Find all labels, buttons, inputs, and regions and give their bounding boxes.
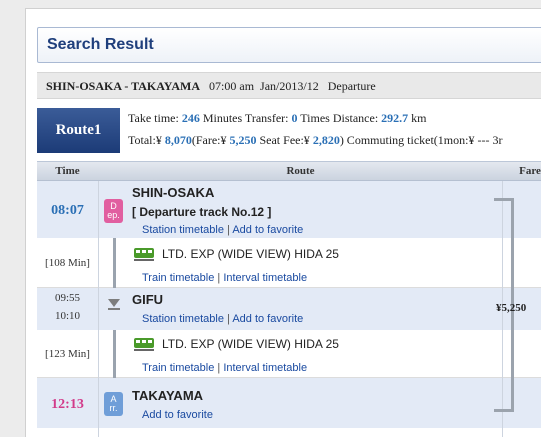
table-row: 08:07 D ep. SHIN-OSAKA [ Departure track… [37, 181, 541, 238]
total-value: 8,070 [164, 133, 192, 147]
train-links: Train timetable | Interval timetable [142, 272, 308, 284]
header-time: Time [55, 165, 80, 177]
departure-icon: D ep. [104, 199, 123, 223]
seat-fee-value: 2,820 [312, 133, 340, 147]
departure-track: [ Departure track No.12 ] [132, 205, 272, 219]
interval-timetable-link[interactable]: Interval timetable [223, 362, 307, 374]
search-result-header: Search Result [37, 27, 541, 63]
interval-timetable-link[interactable]: Interval timetable [223, 272, 307, 284]
take-time-value: 246 [181, 111, 200, 125]
station-links: Station timetable | Add to favorite [142, 313, 304, 325]
route-table: Time Route Fare 08:07 D ep. SHIN-OSAKA [… [37, 161, 541, 437]
table-row: 09:55 10:10 GIFU Station timetable | Add… [37, 288, 541, 330]
train-name: LTD. EXP (WIDE VIEW) HIDA 25 [162, 247, 339, 261]
route-summary-line2: Total:¥ 8,070(Fare:¥ 5,250 Seat Fee:¥ 2,… [128, 133, 503, 147]
route-line [113, 238, 116, 288]
route-badge[interactable]: Route1 [37, 108, 120, 153]
fare-value: 5,250 [229, 133, 257, 147]
train-name: LTD. EXP (WIDE VIEW) HIDA 25 [162, 337, 339, 351]
train-icon [134, 338, 154, 351]
station-timetable-link[interactable]: Station timetable [142, 224, 224, 236]
route-info-bar: SHIN-OSAKA - TAKAYAMA 07:00 am Jan/2013/… [37, 72, 541, 99]
departure-time: 08:07 [51, 203, 84, 218]
station-links: Station timetable | Add to favorite [142, 224, 304, 236]
station-timetable-link[interactable]: Station timetable [142, 313, 224, 325]
column-divider [98, 181, 99, 437]
ride-duration: [123 Min] [45, 348, 90, 360]
table-row: [108 Min] LTD. EXP (WIDE VIEW) HIDA 25 T… [37, 238, 541, 288]
arrival-icon: A rr. [104, 392, 123, 416]
add-favorite-link[interactable]: Add to favorite [232, 224, 303, 236]
station-name[interactable]: TAKAYAMA [132, 388, 203, 403]
header-fare: Fare [519, 165, 541, 177]
from-to: SHIN-OSAKA - TAKAYAMA [46, 79, 201, 93]
distance-value: 292.7 [381, 111, 409, 125]
transfer-bar [108, 308, 120, 310]
arrival-time: 12:13 [51, 397, 84, 412]
departure-time: 10:10 [54, 310, 81, 322]
arrival-time: 09:55 [54, 292, 81, 304]
station-name[interactable]: SHIN-OSAKA [132, 185, 214, 200]
search-date: Jan/2013/12 [260, 79, 319, 93]
route-summary-line1: Take time: 246 Minutes Transfer: 0 Times… [128, 111, 427, 125]
fare-amount: ¥5,250 [496, 302, 527, 314]
train-icon [134, 248, 154, 261]
add-favorite-link[interactable]: Add to favorite [142, 409, 213, 421]
add-favorite-link[interactable]: Add to favorite [232, 313, 303, 325]
page-title: Search Result [47, 36, 154, 53]
ride-duration: [108 Min] [45, 257, 90, 269]
table-header: Time Route Fare [37, 162, 541, 181]
table-row: [123 Min] LTD. EXP (WIDE VIEW) HIDA 25 T… [37, 330, 541, 378]
train-links: Train timetable | Interval timetable [142, 362, 308, 374]
table-row: 12:13 A rr. TAKAYAMA Add to favorite [37, 378, 541, 428]
train-timetable-link[interactable]: Train timetable [142, 362, 214, 374]
header-route: Route [286, 165, 315, 177]
search-time: 07:00 am [209, 79, 255, 93]
route-line [113, 330, 116, 378]
search-mode: Departure [327, 79, 376, 93]
train-timetable-link[interactable]: Train timetable [142, 272, 214, 284]
transfer-arrow-icon [108, 299, 120, 307]
station-name[interactable]: GIFU [132, 292, 163, 307]
